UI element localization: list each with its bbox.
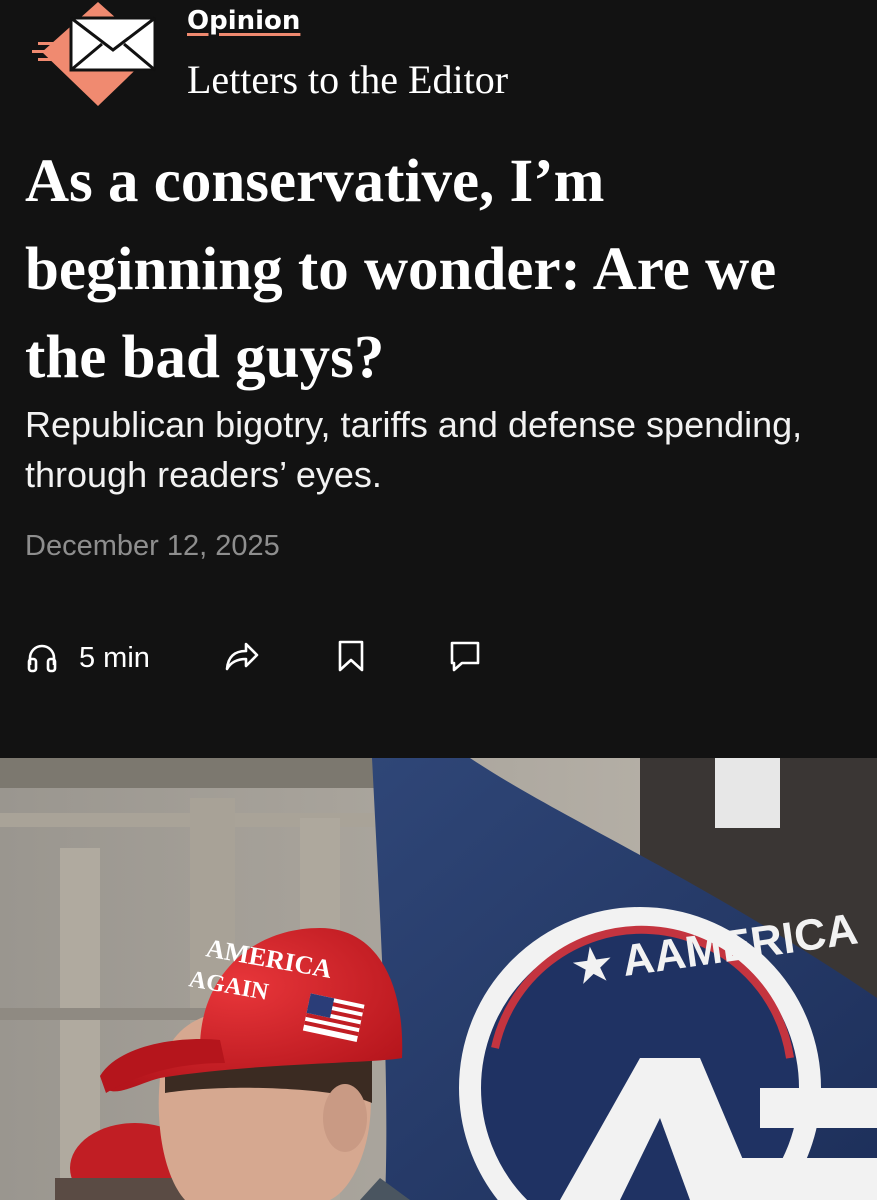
hero-image: ★ AAMERICA AMERICA AGAIN [0,758,877,1200]
series-label[interactable]: Letters to the Editor [187,56,508,103]
share-button[interactable] [222,639,260,678]
headphones-icon [27,644,57,673]
bookmark-button[interactable] [336,639,366,678]
hero-photo-illustration: ★ AAMERICA AMERICA AGAIN [0,758,877,1200]
comments-button[interactable] [448,639,482,678]
article-headline: As a conservative, I’m beginning to wond… [25,148,777,391]
listen-button[interactable]: 5 min [25,641,150,675]
comment-icon [450,641,480,671]
section-label-opinion[interactable]: Opinion [187,6,300,36]
bookmark-icon [338,640,364,671]
letters-envelope-logo [32,2,157,106]
article-dek: Republican bigotry, tariffs and defense … [25,404,803,495]
article-actions-bar: 5 min [25,632,482,684]
publish-date: December 12, 2025 [25,530,280,562]
listen-duration: 5 min [79,641,150,674]
share-icon [225,642,259,670]
